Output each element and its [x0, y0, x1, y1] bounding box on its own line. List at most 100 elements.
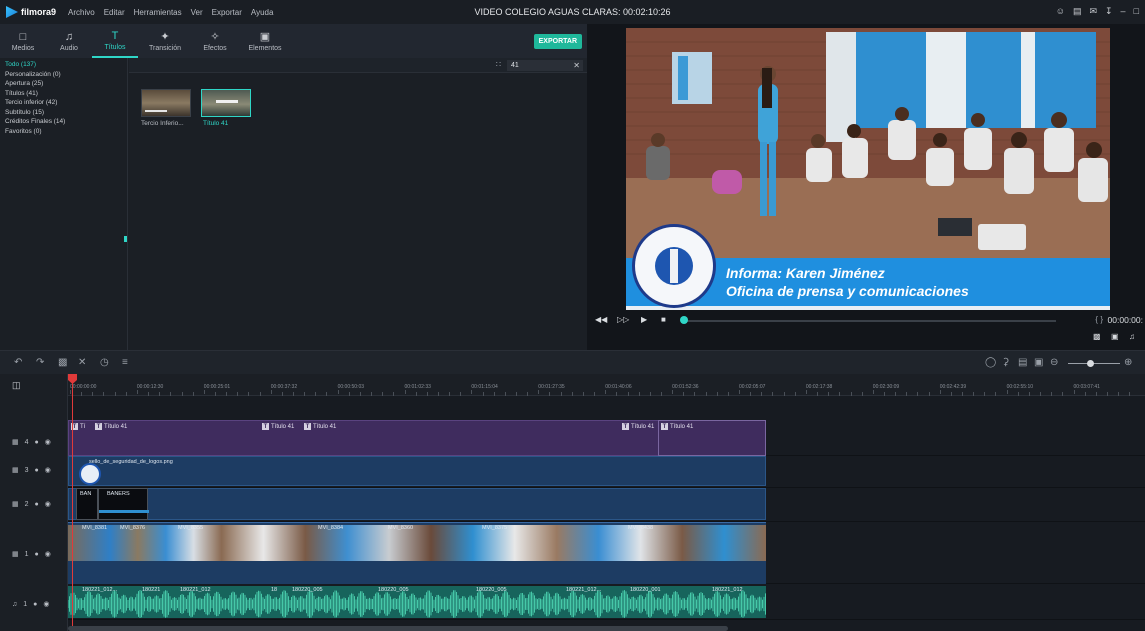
title-clip[interactable]: T Título 41 [95, 423, 127, 430]
time-ruler[interactable]: 00:00:00:00 00:00:12:30 00:00:25:01 00:00:3… [68, 374, 1145, 396]
ruler-label: 00:02:17:38 [805, 384, 833, 390]
timeline-scrollbar[interactable] [68, 626, 728, 631]
category-titulos[interactable]: Títulos (41) [5, 89, 127, 99]
zoom-out-icon[interactable]: ⊖ [1050, 357, 1058, 368]
tab-label: Transición [148, 45, 182, 52]
speed-icon[interactable]: ◷ [100, 357, 109, 368]
mail-icon[interactable]: ✉ [1089, 6, 1097, 17]
volume-icon[interactable]: ♫ [1129, 332, 1135, 341]
save-icon[interactable]: ▤ [1073, 6, 1082, 17]
menu-ver[interactable]: Ver [191, 8, 203, 17]
tab-efectos[interactable]: ✧ Efectos [192, 24, 238, 58]
eye-icon[interactable]: ◉ [45, 466, 51, 474]
tab-transicion[interactable]: ✦ Transición [138, 24, 192, 58]
lock-icon[interactable]: ● [35, 467, 39, 474]
ruler-label: 00:00:50:03 [337, 384, 365, 390]
eye-icon[interactable]: ◉ [45, 438, 51, 446]
zoom-knob[interactable] [1087, 360, 1094, 367]
video-track-clips[interactable]: MVI_8381 MVI_8376 MVI_8355 MVI_8384 MVI_… [68, 522, 766, 584]
add-track-icon[interactable]: ◫ [12, 380, 21, 391]
menu-archivo[interactable]: Archivo [68, 8, 95, 17]
tab-medios[interactable]: □ Medios [0, 24, 46, 58]
menu-ayuda[interactable]: Ayuda [251, 8, 274, 17]
banner-clip[interactable]: BANERS [98, 488, 149, 520]
menu-editar[interactable]: Editar [104, 8, 125, 17]
marker-icon[interactable]: ◯ [985, 357, 996, 368]
ruler-tick [672, 390, 674, 394]
undo-icon[interactable]: ↶ [14, 357, 22, 368]
zoom-in-icon[interactable]: ⊕ [1124, 357, 1132, 368]
tab-audio[interactable]: ♫ Audio [46, 24, 92, 58]
redo-icon[interactable]: ↷ [36, 357, 44, 368]
category-subtitulo[interactable]: Subtítulo (15) [5, 108, 127, 118]
render-icon[interactable]: ▩ [1093, 332, 1101, 341]
eye-icon[interactable]: ◉ [45, 550, 51, 558]
ruler-tick [326, 392, 328, 396]
category-todo[interactable]: Todo (137) [5, 60, 127, 70]
ruler-tick [1051, 392, 1053, 396]
banner-clip[interactable]: BAN [76, 488, 98, 520]
step-forward-icon[interactable]: ▷▷ [617, 315, 629, 324]
category-apertura[interactable]: Apertura (25) [5, 79, 127, 89]
ruler-tick [739, 390, 740, 394]
ruler-label: 00:01:27:35 [538, 384, 565, 390]
menu-herramientas[interactable]: Herramientas [134, 8, 182, 17]
audio-waveform [67, 590, 766, 618]
elements-icon: ▣ [259, 31, 271, 43]
title-clip[interactable]: T Título 41 [622, 423, 654, 430]
search-input[interactable]: 41 ✕ [507, 60, 583, 71]
zoom-slider[interactable] [1068, 363, 1120, 364]
ruler-label: 00:02:42:39 [939, 384, 967, 390]
tab-elementos[interactable]: ▣ Elementos [238, 24, 292, 58]
clear-search-icon[interactable]: ✕ [573, 60, 580, 71]
preview-progress-bar[interactable] [684, 320, 1056, 322]
delete-icon[interactable]: ▩ [58, 357, 67, 368]
title-thumbnail-tercio[interactable] [141, 89, 191, 117]
adjust-icon[interactable]: ≡ [122, 357, 128, 368]
download-icon[interactable]: ↧ [1105, 6, 1113, 17]
ruler-tick [426, 392, 428, 396]
track-3: sello_de_seguridad_de_logos.png [68, 456, 1145, 488]
lock-icon[interactable]: ● [35, 551, 39, 558]
title-clip[interactable]: T Título 41 [262, 423, 294, 430]
maximize-icon[interactable]: □ [1134, 6, 1139, 17]
ruler-tick [928, 392, 930, 396]
account-icon[interactable]: ☺ [1056, 6, 1065, 17]
lock-icon[interactable]: ● [33, 601, 37, 608]
volume-icon[interactable]: ◉ [43, 600, 49, 608]
mark-in-out-icon[interactable]: { } [1095, 315, 1103, 324]
video-preview[interactable]: Informa: Karen Jiménez Oficina de prensa… [626, 28, 1110, 310]
category-tercio-inferior[interactable]: Tercio inferior (42) [5, 98, 127, 108]
title-clip[interactable]: T Título 41 [304, 423, 336, 430]
snapshot-icon[interactable]: ▣ [1111, 332, 1119, 341]
category-personalizacion[interactable]: Personalización (0) [5, 70, 127, 80]
eye-icon[interactable]: ◉ [45, 500, 51, 508]
menu-exportar[interactable]: Exportar [212, 8, 242, 17]
ruler-tick [471, 390, 473, 394]
logo-clip[interactable]: sello_de_seguridad_de_logos.png [68, 456, 766, 486]
playhead[interactable] [72, 374, 73, 631]
export-button[interactable]: EXPORTAR [533, 34, 582, 49]
skip-back-icon[interactable]: ◀◀ [595, 315, 607, 324]
track-head-3: ▦ 3 ● ◉ [0, 458, 68, 482]
minimize-icon[interactable]: – [1121, 6, 1126, 17]
mic-icon[interactable]: ⚳ [1002, 357, 1009, 368]
cut-icon[interactable]: ✕ [78, 357, 86, 368]
stop-icon[interactable]: ■ [661, 315, 666, 324]
title-thumbnail-41[interactable] [201, 89, 251, 117]
lock-icon[interactable]: ● [35, 439, 39, 446]
progress-knob[interactable] [680, 316, 688, 324]
category-creditos[interactable]: Créditos Finales (14) [5, 117, 127, 127]
tab-titulos[interactable]: T Títulos [92, 24, 138, 58]
play-icon[interactable]: ▶ [641, 315, 647, 324]
title-clip[interactable]: T Tí [71, 423, 85, 430]
fit-icon[interactable]: ▣ [1034, 357, 1043, 368]
lock-icon[interactable]: ● [35, 501, 39, 508]
collapse-handle[interactable] [124, 236, 127, 242]
grid-view-icon[interactable]: ∷ [496, 60, 501, 69]
category-favoritos[interactable]: Favoritos (0) [5, 127, 127, 137]
title-clip[interactable]: T Título 41 [661, 423, 693, 430]
mixer-icon[interactable]: ▤ [1018, 357, 1027, 368]
ruler-tick [861, 392, 863, 396]
audio-clips[interactable]: 180221_012... 180221 180221_012 18 18022… [67, 586, 766, 618]
